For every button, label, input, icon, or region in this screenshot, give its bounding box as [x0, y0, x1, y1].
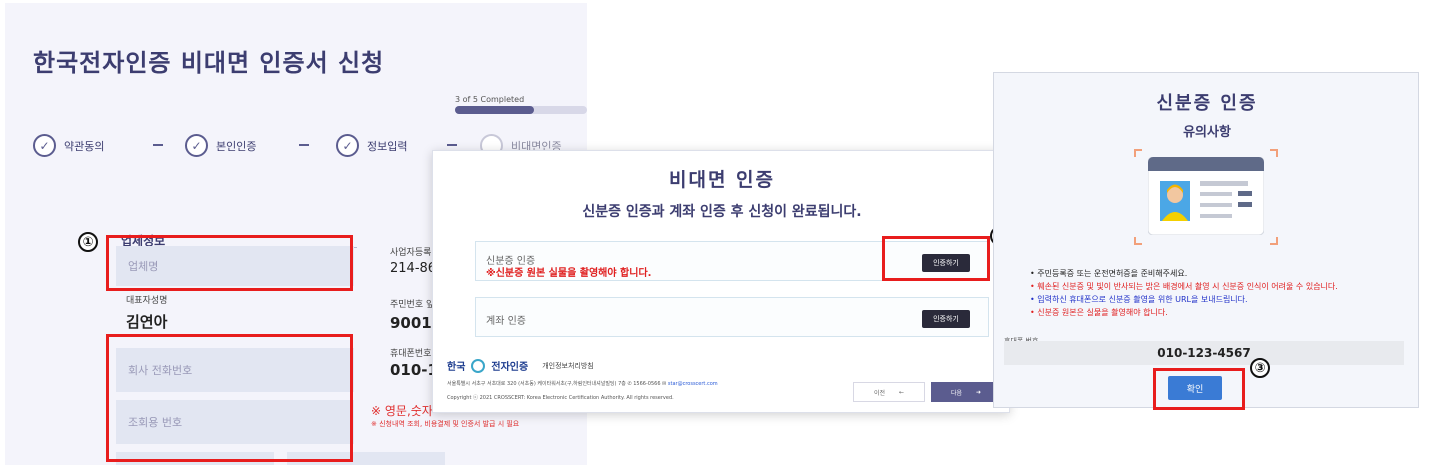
frame-corner	[1270, 237, 1278, 245]
notice-item: • 입력하신 휴대폰으로 신분증 촬영을 위한 URL을 보내드립니다.	[1030, 295, 1248, 304]
ceo-value: 김연아	[126, 313, 168, 331]
modal-title: 비대면 인증	[668, 169, 775, 191]
step-label: 정보입력	[367, 139, 408, 153]
account-verify-label: 계좌 인증	[486, 316, 526, 327]
privacy-policy-link[interactable]: 개인정보처리방침	[542, 361, 594, 371]
progress-bar-fill	[455, 106, 535, 114]
arrow-left-icon: ←	[899, 388, 905, 396]
contactless-auth-modal: 비대면 인증 신분증 인증과 계좌 인증 후 신청이 완료됩니다. 신분증 인증…	[432, 150, 1010, 413]
resident-label: 주민번호 앞	[390, 300, 435, 310]
phone-icon: ✆	[627, 381, 632, 387]
check-icon: ✓	[185, 134, 208, 157]
progress-bar	[455, 106, 587, 114]
footer-logo: 한국 전자인증 개인정보처리방침	[447, 358, 594, 373]
progress-label: 3 of 5 Completed	[455, 95, 525, 104]
step-badge-3: ③	[1250, 358, 1270, 378]
frame-corner	[1134, 237, 1142, 245]
arrow-right-icon: ➜	[976, 388, 982, 396]
mobile-label: 휴대폰번호	[390, 349, 432, 359]
step-label: 본인인증	[216, 139, 257, 153]
notice-list: • 주민등록증 또는 운전면허증을 준비해주세요. • 훼손된 신분증 및 빛이…	[1030, 267, 1338, 319]
id-verify-warning: ※신분증 원본 실물을 촬영해야 합니다.	[486, 268, 652, 279]
account-verify-row: 계좌 인증 인증하기	[475, 297, 989, 337]
prev-label: 이전	[873, 389, 885, 397]
id-verify-title: 신분증 인증	[1156, 93, 1258, 114]
step-divider	[447, 144, 457, 146]
account-verify-button[interactable]: 인증하기	[922, 310, 970, 328]
ceo-label: 대표자성명	[126, 296, 168, 306]
id-card-icon	[1148, 157, 1264, 235]
step-divider	[299, 144, 309, 146]
step-info: ✓ 정보입력	[336, 134, 407, 157]
page-title: 한국전자인증 비대면 인증서 신청	[33, 49, 385, 77]
check-icon: ✓	[336, 134, 359, 157]
logo-text-2: 전자인증	[491, 362, 529, 373]
notice-item: • 주민등록증 또는 운전면허증을 준비해주세요.	[1030, 269, 1188, 278]
footer-address: 서울특별시 서초구 서초대로 320 (서초동) 케이타워서초(구,하림인터내셔…	[447, 380, 718, 387]
address-text: 서울특별시 서초구 서초대로 320 (서초동) 케이타워서초(구,하림인터내셔…	[447, 381, 626, 387]
prev-button[interactable]: 이전 ←	[853, 382, 925, 402]
step-terms: ✓ 약관동의	[33, 134, 104, 157]
next-button[interactable]: 다음 ➜	[931, 382, 1001, 402]
step-divider	[153, 144, 163, 146]
frame-corner	[1134, 149, 1142, 157]
step-identity: ✓ 본인인증	[185, 134, 256, 157]
highlight-box-3	[1153, 368, 1245, 410]
modal-subtitle: 신분증 인증과 계좌 인증 후 신청이 완료됩니다.	[582, 204, 862, 220]
frame-corner	[1270, 149, 1278, 157]
email-link[interactable]: star@crosscert.com	[668, 381, 718, 387]
id-verify-subtitle: 유의사항	[1183, 125, 1231, 140]
footer-copyright: Copyright ⓒ 2021 CROSSCERT: Korea Electr…	[447, 395, 674, 401]
highlight-box-2	[882, 236, 990, 281]
phone-value: 010-123-4567	[1157, 346, 1251, 360]
notice-item: • 신분증 원본은 실물을 촬영해야 합니다.	[1030, 308, 1168, 317]
next-label: 다음	[950, 389, 962, 397]
highlight-box-1b	[106, 334, 353, 462]
id-verification-panel: 신분증 인증 유의사항 • 주민등록증 또는 운전면허증을 준비해주세요. • …	[993, 72, 1419, 408]
step-badge-1: ①	[78, 232, 98, 252]
notice-small: ※ 신청내역 조회, 비용결제 및 인증서 발급 시 필요	[371, 420, 520, 428]
logo-text: 한국	[447, 362, 466, 373]
step-label: 약관동의	[64, 139, 105, 153]
mail-icon: ✉	[662, 381, 667, 387]
notice-main: ※ 영문,숫자	[371, 404, 433, 418]
check-icon: ✓	[33, 134, 56, 157]
notice-item: • 훼손된 신분증 및 빛이 반사되는 밝은 배경에서 촬영 시 신분증 인식이…	[1030, 282, 1338, 291]
highlight-box-1	[106, 235, 353, 291]
phone-field[interactable]: 010-123-4567	[1004, 341, 1404, 365]
logo-icon	[471, 358, 486, 373]
tel-text: 1566-0566	[633, 381, 661, 387]
